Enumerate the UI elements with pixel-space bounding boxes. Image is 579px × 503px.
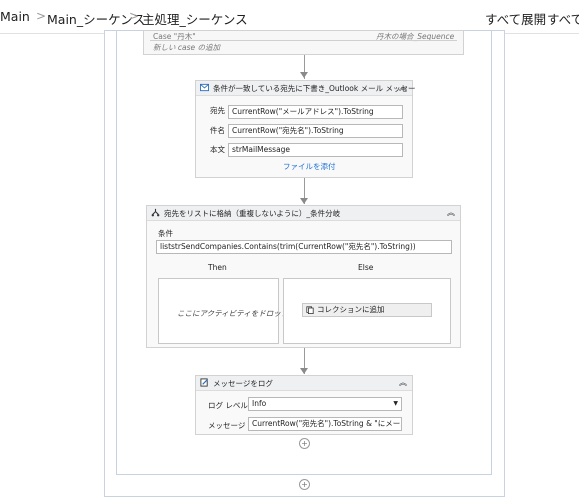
- drop-hint: ここにアクティビティをドロップ: [177, 309, 289, 318]
- subject-label: 件名: [210, 126, 225, 135]
- add-circle-icon[interactable]: +: [299, 438, 310, 449]
- double-chevron-up-icon[interactable]: ︽: [399, 377, 407, 388]
- mail-icon: [200, 83, 209, 92]
- activity-title: 宛先をリストに格納（重複しないように）_条件分岐: [164, 209, 341, 218]
- divider: [150, 40, 457, 41]
- condition-label: 条件: [158, 229, 173, 238]
- message-field[interactable]: CurrentRow("宛先名").ToString & "にメールを: [248, 417, 402, 431]
- subject-field[interactable]: CurrentRow("宛先名").ToString: [228, 124, 403, 138]
- chevron-down-icon: ▼: [393, 400, 398, 407]
- log-level-label: ログ レベル: [208, 401, 248, 410]
- branch-icon: [151, 208, 160, 217]
- arrow-down-icon: [300, 72, 308, 78]
- add-to-collection-activity[interactable]: コレクションに追加: [302, 303, 432, 317]
- add-circle-icon[interactable]: +: [299, 479, 310, 490]
- breadcrumb-item-main[interactable]: Main: [0, 9, 30, 24]
- breadcrumb-item-current: 主処理_シーケンス: [142, 12, 248, 27]
- double-chevron-up-icon[interactable]: ︽: [399, 82, 407, 93]
- then-label: Then: [208, 263, 227, 272]
- else-drop-zone[interactable]: コレクションに追加: [283, 278, 451, 344]
- collection-icon: [306, 306, 314, 314]
- body-field[interactable]: strMailMessage: [228, 143, 403, 157]
- add-case-link[interactable]: 新しい case の追加: [153, 42, 220, 53]
- condition-field[interactable]: liststrSendCompanies.Contains(trim(Curre…: [156, 240, 452, 254]
- activity-header: メッセージをログ ︽: [196, 376, 412, 391]
- designer-header: Main > Main_シーケンス > 主処理_シーケンス すべて展開 すべて折: [0, 0, 579, 34]
- chevron-right-icon: >: [36, 9, 47, 23]
- then-drop-zone[interactable]: ここにアクティビティをドロップ: [158, 278, 288, 344]
- arrow-down-icon: [300, 368, 308, 374]
- log-icon: [200, 378, 208, 387]
- if-activity[interactable]: 宛先をリストに格納（重複しないように）_条件分岐 ︽ 条件 liststrSen…: [146, 205, 461, 348]
- message-label: メッセージ: [208, 421, 246, 430]
- expand-all-button[interactable]: すべて展開: [485, 9, 546, 28]
- activity-header: 宛先をリストに格納（重複しないように）_条件分岐 ︽: [147, 206, 460, 221]
- log-level-value: Info: [252, 399, 267, 408]
- arrow-down-icon: [300, 198, 308, 204]
- activity-title: メッセージをログ: [213, 379, 273, 388]
- outlook-mail-activity[interactable]: 条件が一致している宛先に下書き_Outlook メール メッセー ︽ 宛先 Cu…: [195, 80, 416, 178]
- double-chevron-up-icon[interactable]: ︽: [447, 207, 455, 218]
- to-label: 宛先: [210, 106, 225, 115]
- workflow-canvas[interactable]: Case "丹木" 丹木の場合_Sequence 新しい case の追加 条件…: [0, 30, 579, 503]
- log-message-activity[interactable]: メッセージをログ ︽ ログ レベル Info ▼ メッセージ CurrentRo…: [195, 375, 413, 435]
- to-field[interactable]: CurrentRow("メールアドレス").ToString: [228, 105, 403, 119]
- else-label: Else: [358, 263, 374, 272]
- activity-label: コレクションに追加: [317, 305, 385, 314]
- body-label: 本文: [210, 145, 225, 154]
- attach-file-link[interactable]: ファイルを添付: [283, 161, 336, 172]
- switch-case-block[interactable]: Case "丹木" 丹木の場合_Sequence 新しい case の追加: [143, 30, 464, 55]
- log-level-select[interactable]: Info ▼: [248, 397, 402, 411]
- collapse-all-button[interactable]: すべて折: [547, 9, 579, 28]
- chevron-right-icon: >: [129, 9, 140, 23]
- activity-title: 条件が一致している宛先に下書き_Outlook メール メッセー: [213, 84, 416, 93]
- activity-header: 条件が一致している宛先に下書き_Outlook メール メッセー ︽: [196, 81, 416, 96]
